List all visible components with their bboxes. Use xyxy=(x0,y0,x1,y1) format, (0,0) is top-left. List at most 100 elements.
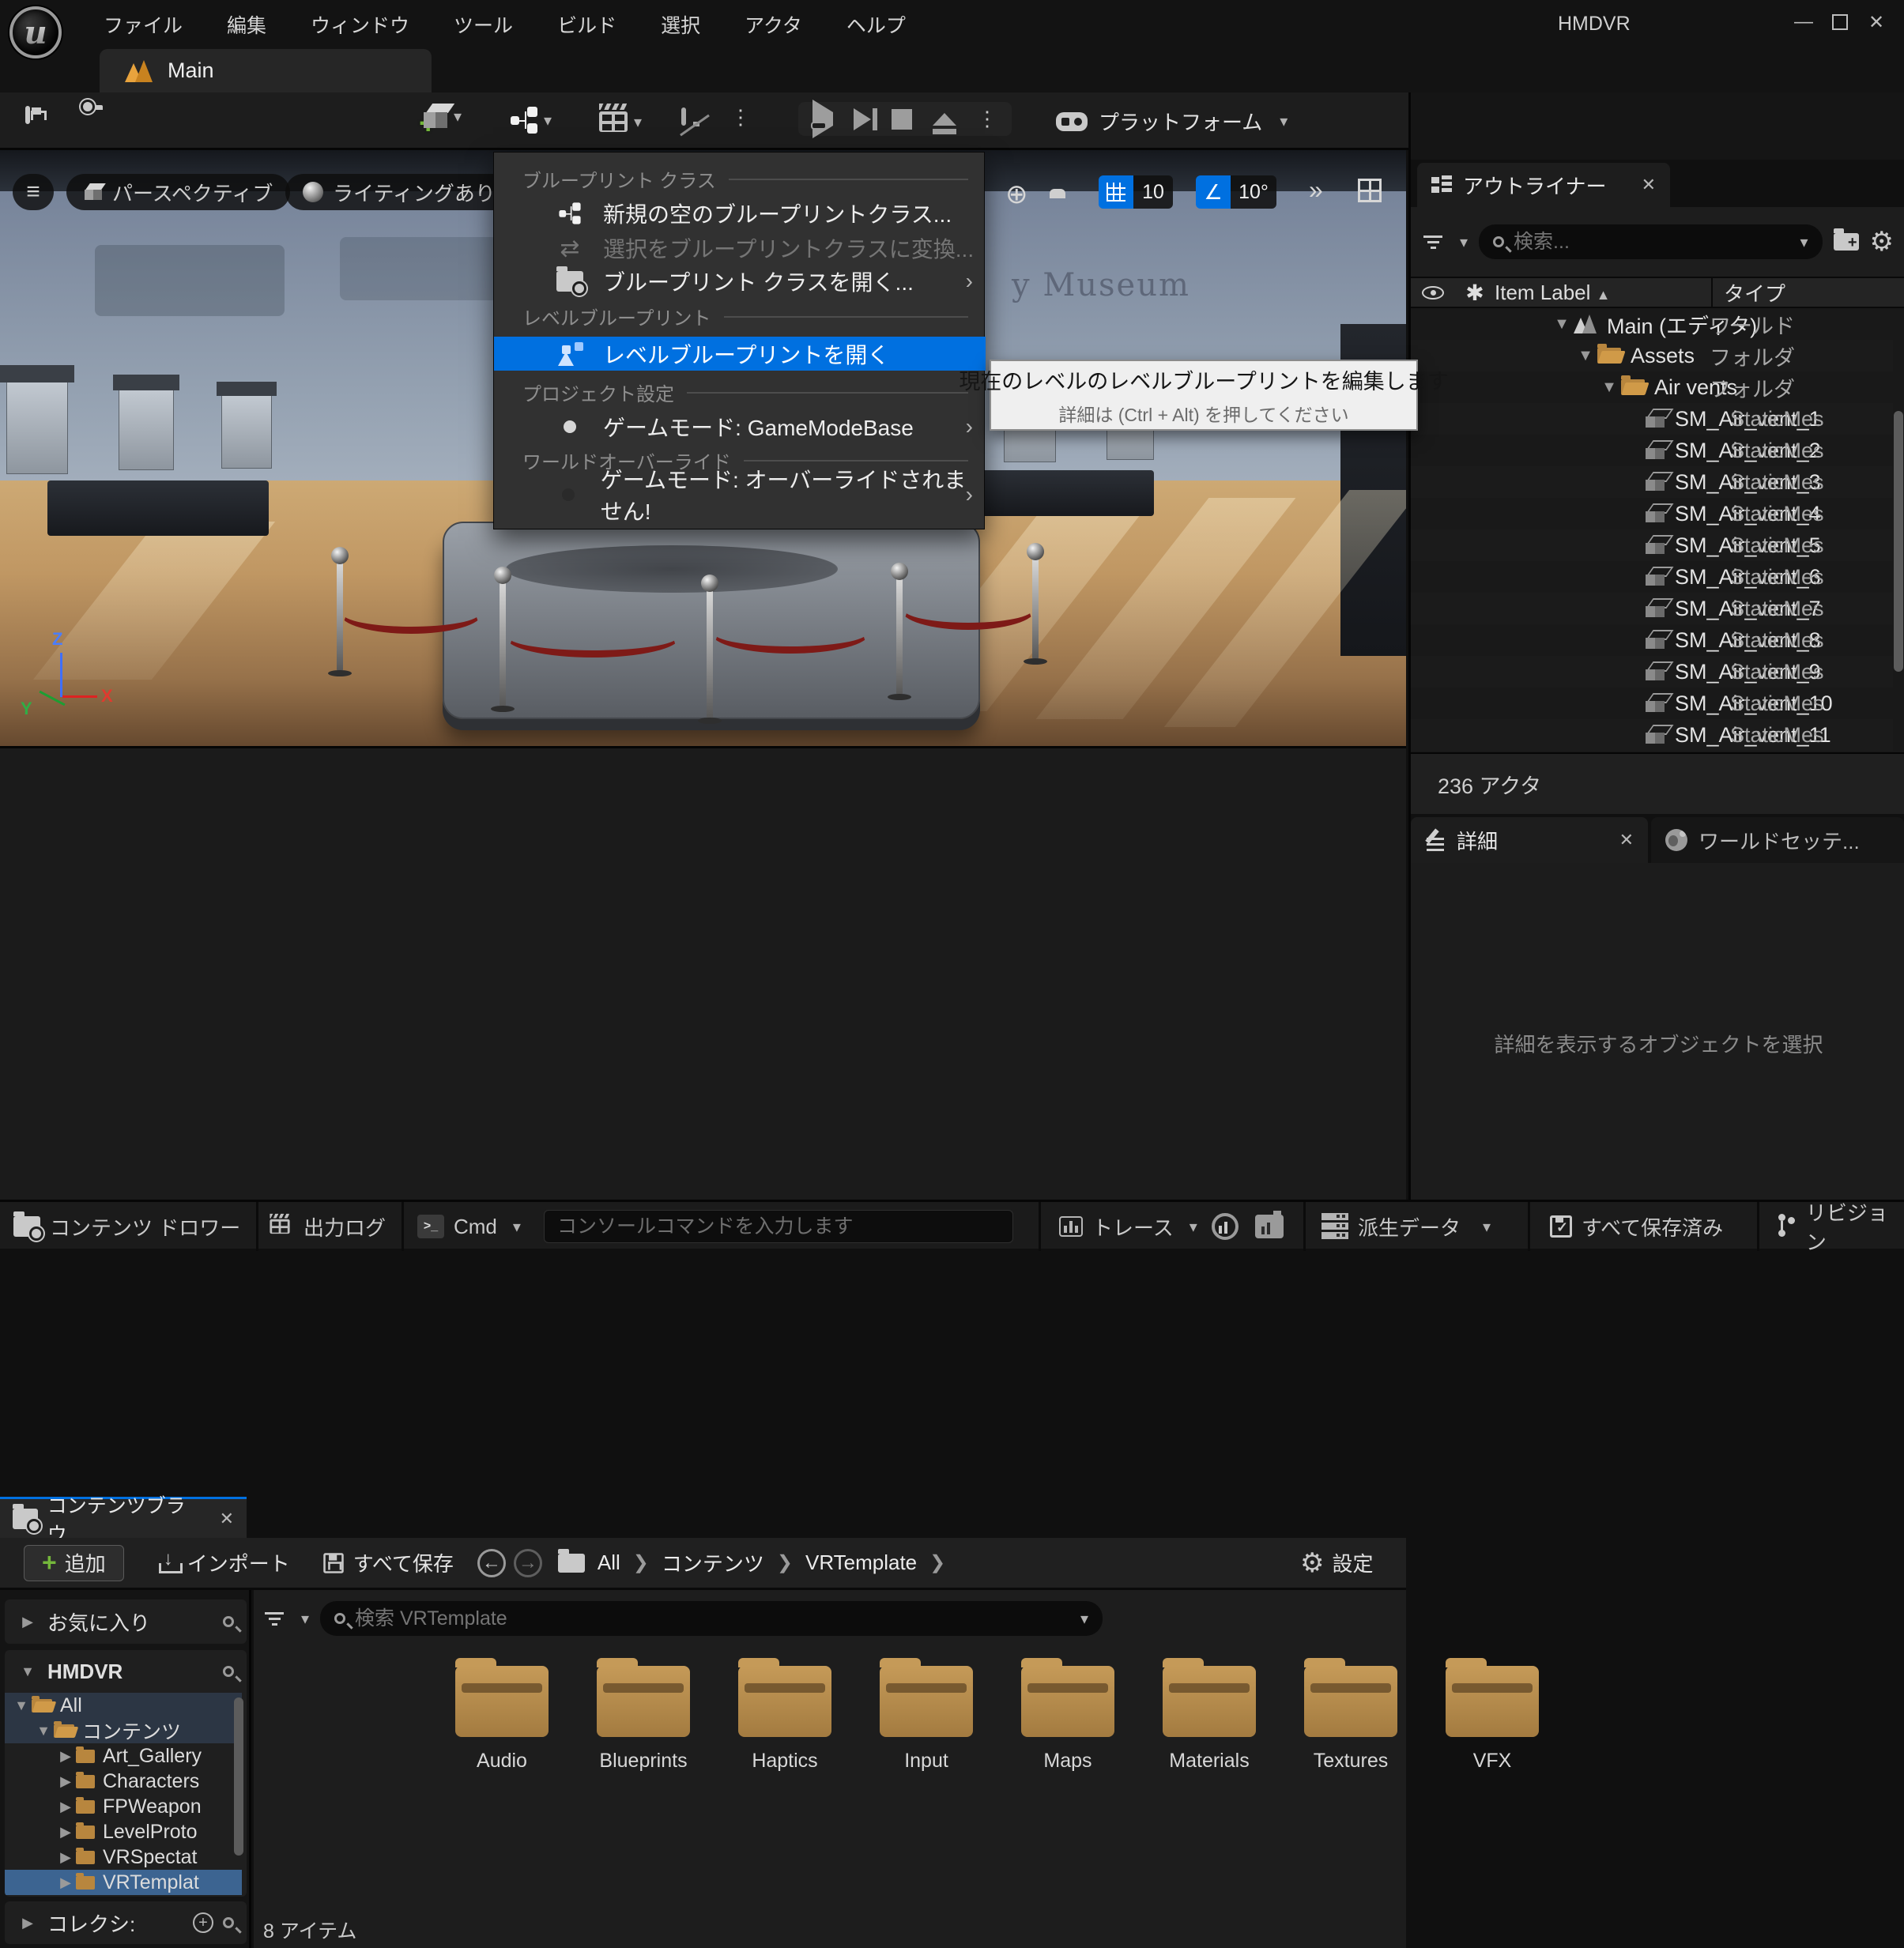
editor-modes-button[interactable] xyxy=(681,110,686,124)
maximize-button[interactable] xyxy=(1822,6,1858,38)
save-level-button[interactable] xyxy=(25,108,30,122)
insights-button[interactable] xyxy=(1212,1202,1239,1251)
cmd-dropdown[interactable]: >_ Cmd ▾ xyxy=(417,1202,521,1251)
rotation-snapping-control[interactable]: ∠ 10° xyxy=(1196,175,1276,209)
eject-button[interactable] xyxy=(933,113,956,126)
menu-help[interactable]: ヘルプ xyxy=(846,10,906,39)
trace-dropdown[interactable]: トレース ▾ xyxy=(1059,1202,1197,1251)
chevron-down-icon[interactable]: ▾ xyxy=(1460,232,1468,252)
asset-search[interactable]: ▾ xyxy=(320,1601,1103,1636)
gear-icon[interactable]: ⚙ xyxy=(1870,226,1894,258)
viewport-menu-button[interactable]: ≡ xyxy=(13,174,54,210)
folder-tile-vfx[interactable]: VFX xyxy=(1422,1666,1563,1773)
favorites-section[interactable]: ▶ お気に入り xyxy=(5,1599,247,1644)
outliner-row-main[interactable]: ▼ Main (エディタ)ワールド xyxy=(1411,308,1893,340)
maximize-viewport-button[interactable] xyxy=(1358,179,1382,202)
console-command-input[interactable] xyxy=(544,1210,1013,1243)
folder-tile-textures[interactable]: Textures xyxy=(1280,1666,1421,1773)
tab-details[interactable]: 詳細 ✕ xyxy=(1411,817,1648,863)
outliner-row[interactable]: SM_Air_vent_3StaticMes xyxy=(1411,466,1893,498)
chevron-down-icon[interactable]: ▾ xyxy=(301,1609,309,1629)
add-collection-icon[interactable]: + xyxy=(193,1912,213,1933)
output-log-button[interactable]: 出力ログ xyxy=(266,1202,386,1251)
outliner-row[interactable]: SM_Air_vent_2StaticMes xyxy=(1411,435,1893,466)
play-options-button[interactable]: ⋮ xyxy=(977,107,997,131)
folder-tile-blueprints[interactable]: Blueprints xyxy=(573,1666,714,1773)
outliner-row[interactable]: SM_Air_vent_8StaticMes xyxy=(1411,624,1893,656)
snapshot-button[interactable] xyxy=(1255,1202,1284,1251)
outliner-row[interactable]: SM_Air_vent_9StaticMes xyxy=(1411,656,1893,688)
toolbar-more-button[interactable]: ⋮ xyxy=(730,105,751,130)
add-button[interactable]: + 追加 xyxy=(24,1545,124,1581)
close-icon[interactable]: ✕ xyxy=(220,1509,234,1529)
tree-item-artgallery[interactable]: ▶ Art_Gallery xyxy=(5,1743,242,1769)
outliner-search[interactable]: ▾ xyxy=(1479,224,1822,259)
view-mode-dropdown[interactable]: ライティングあり xyxy=(285,174,513,210)
menu-select[interactable]: 選択 xyxy=(661,10,700,39)
breadcrumb-all[interactable]: All xyxy=(598,1550,620,1575)
folder-tile-haptics[interactable]: Haptics xyxy=(714,1666,855,1773)
item-label-column-header[interactable]: Item Label ▲ xyxy=(1495,281,1610,305)
outliner-row-assets[interactable]: ▼ Assetsフォルダ xyxy=(1411,340,1893,371)
stop-button[interactable] xyxy=(892,109,912,130)
import-button[interactable]: インポート xyxy=(159,1548,290,1577)
outliner-row[interactable]: SM_Air_vent_5StaticMes xyxy=(1411,529,1893,561)
content-settings-button[interactable]: ⚙ 設定 xyxy=(1300,1547,1374,1579)
viewport-toolbar-overflow[interactable]: » xyxy=(1309,175,1323,205)
menu-item-new-blueprint-class[interactable]: 新規の空のブループリントクラス... xyxy=(494,197,986,230)
search-icon[interactable] xyxy=(223,1616,234,1627)
search-icon[interactable] xyxy=(223,1917,234,1928)
close-button[interactable]: ✕ xyxy=(1858,6,1895,38)
outliner-row[interactable]: SM_Air_vent_10StaticMes xyxy=(1411,688,1893,719)
breadcrumb-content[interactable]: コンテンツ xyxy=(662,1548,764,1577)
add-actor-dropdown[interactable]: + ▾ xyxy=(424,104,462,129)
close-icon[interactable]: ✕ xyxy=(1642,175,1656,195)
outliner-row-airvents[interactable]: ▼ Air ventsフォルダ xyxy=(1411,371,1893,403)
close-icon[interactable]: ✕ xyxy=(1619,830,1634,850)
collections-section[interactable]: ▶ コレクシ: + xyxy=(5,1901,247,1944)
outliner-row[interactable]: SM_Air_vent_1StaticMes xyxy=(1411,403,1893,435)
folder-tile-input[interactable]: Input xyxy=(856,1666,997,1773)
menu-item-open-level-blueprint[interactable]: レベルブループリントを開く xyxy=(494,337,986,371)
tab-outliner[interactable]: アウトライナー ✕ xyxy=(1417,163,1670,207)
outliner-row[interactable]: SM_Air_vent_4StaticMes xyxy=(1411,498,1893,529)
folder-tile-audio[interactable]: Audio xyxy=(432,1666,572,1773)
filter-icon[interactable] xyxy=(1423,232,1442,252)
search-icon[interactable] xyxy=(223,1666,234,1677)
menu-item-game-mode[interactable]: ゲームモード: GameModeBase › xyxy=(494,410,986,443)
visibility-column-header[interactable] xyxy=(1411,286,1455,300)
play-in-vr-button[interactable] xyxy=(812,112,833,126)
tree-item-characters[interactable]: ▶ Characters xyxy=(5,1769,242,1794)
tab-content-browser[interactable]: コンテンツブラウ... ✕ xyxy=(0,1497,247,1538)
tree-scrollbar[interactable] xyxy=(234,1697,243,1856)
folder-tile-materials[interactable]: Materials xyxy=(1139,1666,1280,1773)
tab-world-settings[interactable]: ワールドセッテ... xyxy=(1651,817,1904,863)
chevron-down-icon[interactable]: ▾ xyxy=(1080,1609,1088,1629)
perspective-dropdown[interactable]: パースペクティブ xyxy=(66,174,290,210)
cinematics-dropdown[interactable]: ▾ xyxy=(599,111,642,132)
revision-control-button[interactable]: リビジョン xyxy=(1777,1202,1904,1251)
outliner-row[interactable]: SM_Air_vent_7StaticMes xyxy=(1411,593,1893,624)
content-drawer-button[interactable]: コンテンツ ドロワー xyxy=(13,1202,240,1251)
tree-item-fpweapon[interactable]: ▶ FPWeapon xyxy=(5,1794,242,1819)
menu-actor[interactable]: アクタ xyxy=(745,10,802,39)
asset-search-input[interactable] xyxy=(355,1607,1065,1630)
frame-skip-button[interactable] xyxy=(854,108,871,130)
add-folder-icon[interactable] xyxy=(1834,233,1859,251)
tab-main-level[interactable]: Main xyxy=(100,49,432,92)
back-button[interactable]: ← xyxy=(477,1549,506,1577)
chevron-down-icon[interactable]: ▾ xyxy=(1800,232,1808,252)
tree-item-vrtemplate[interactable]: ▶ VRTemplat xyxy=(5,1870,242,1895)
save-status-button[interactable]: すべて保存済み xyxy=(1550,1202,1723,1251)
minimize-button[interactable]: — xyxy=(1785,6,1822,38)
tree-item-levelproto[interactable]: ▶ LevelProto xyxy=(5,1819,242,1844)
outliner-row[interactable]: SM_Air_vent_6StaticMes xyxy=(1411,561,1893,593)
unreal-logo-icon[interactable]: u xyxy=(9,6,62,58)
menu-file[interactable]: ファイル xyxy=(104,10,183,39)
surface-snapping-button[interactable]: ⊕ xyxy=(1005,179,1028,210)
blueprints-dropdown[interactable]: ▾ xyxy=(511,107,552,134)
column-divider[interactable] xyxy=(1711,278,1713,307)
outliner-scrollbar[interactable] xyxy=(1894,411,1903,672)
menu-item-open-blueprint-class[interactable]: ブループリント クラスを開く... › xyxy=(494,265,986,298)
folder-tile-maps[interactable]: Maps xyxy=(997,1666,1138,1773)
